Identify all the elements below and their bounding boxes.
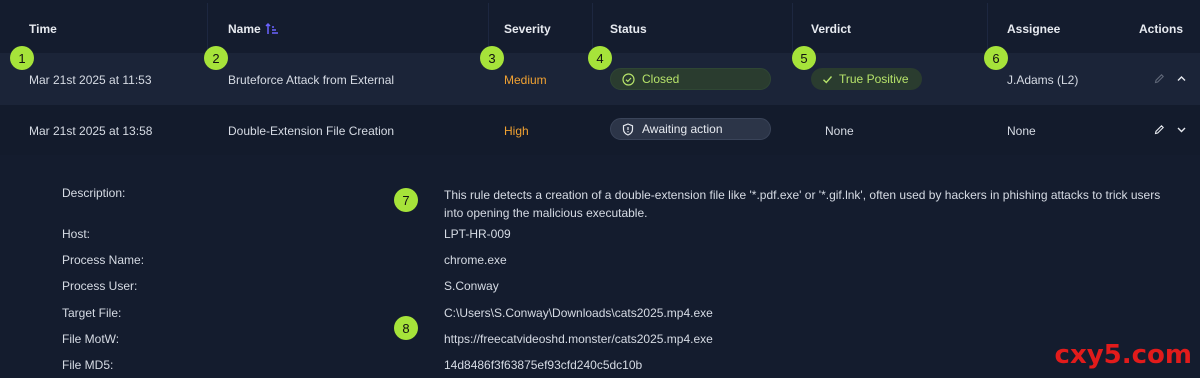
column-header-severity[interactable]: Severity <box>504 22 551 36</box>
alert-time: Mar 21st 2025 at 11:53 <box>29 73 152 87</box>
watermark: cxy5.com <box>1054 340 1192 370</box>
column-header-name[interactable]: Name <box>228 22 261 36</box>
column-divider <box>592 3 593 53</box>
status-label: Awaiting action <box>642 122 723 136</box>
annotation-marker: 5 <box>792 46 816 70</box>
detail-label: Process User: <box>62 279 138 293</box>
detail-value-target-file: C:\Users\S.Conway\Downloads\cats2025.mp4… <box>444 306 713 320</box>
chevron-up-icon[interactable] <box>1175 72 1187 84</box>
severity-label: Medium <box>504 73 547 87</box>
detail-label: Host: <box>62 227 91 241</box>
sort-ascending-icon[interactable] <box>265 22 279 36</box>
column-header-assignee[interactable]: Assignee <box>1007 22 1060 36</box>
edit-pencil-icon[interactable] <box>1153 72 1165 84</box>
table-row[interactable]: Mar 21st 2025 at 13:58 Double-Extension … <box>0 105 1200 155</box>
detail-value-file-motw: https://freecatvideoshd.monster/cats2025… <box>444 332 713 346</box>
alert-name: Bruteforce Attack from External <box>228 73 395 87</box>
detail-label: Process Name: <box>62 253 145 267</box>
detail-value-file-md5: 14d8486f3f63875ef93cfd240c5dc10b <box>444 358 643 372</box>
column-header-time[interactable]: Time <box>29 22 57 36</box>
severity-label: High <box>504 124 529 138</box>
alert-name: Double-Extension File Creation <box>228 124 395 138</box>
check-circle-icon <box>621 72 635 86</box>
column-divider <box>792 3 793 53</box>
detail-value-process-name: chrome.exe <box>444 253 507 267</box>
edit-pencil-icon[interactable] <box>1153 123 1165 135</box>
verdict-label: True Positive <box>839 72 909 86</box>
detail-value-host: LPT-HR-009 <box>444 227 511 241</box>
shield-icon <box>621 122 635 136</box>
column-divider <box>207 3 208 53</box>
annotation-marker: 3 <box>480 46 504 70</box>
column-header-verdict[interactable]: Verdict <box>811 22 851 36</box>
alert-time: Mar 21st 2025 at 13:58 <box>29 124 153 138</box>
detail-label: Target File: <box>62 306 122 320</box>
verdict-badge[interactable]: True Positive <box>811 68 922 90</box>
column-divider <box>987 3 988 53</box>
detail-value-process-user: S.Conway <box>444 279 499 293</box>
annotation-marker: 2 <box>204 46 228 70</box>
status-label: Closed <box>642 72 680 86</box>
verdict-label: None <box>825 124 854 138</box>
annotation-marker: 1 <box>10 46 34 70</box>
detail-description: This rule detects a creation of a double… <box>444 188 1161 220</box>
annotation-marker: 8 <box>394 316 418 340</box>
assignee-name: J.Adams (L2) <box>1007 73 1079 87</box>
check-icon <box>821 73 833 85</box>
detail-label: File MotW: <box>62 332 120 346</box>
column-header-status[interactable]: Status <box>610 22 647 36</box>
annotation-marker: 4 <box>588 46 612 70</box>
status-badge[interactable]: Closed <box>610 68 771 90</box>
detail-label: File MD5: <box>62 358 114 372</box>
status-badge[interactable]: Awaiting action <box>610 118 771 140</box>
assignee-name: None <box>1007 124 1036 138</box>
annotation-marker: 6 <box>984 46 1008 70</box>
column-header-actions: Actions <box>1139 22 1184 36</box>
chevron-down-icon[interactable] <box>1175 123 1187 135</box>
annotation-marker: 7 <box>394 188 418 212</box>
detail-label-description: Description: <box>62 186 126 200</box>
